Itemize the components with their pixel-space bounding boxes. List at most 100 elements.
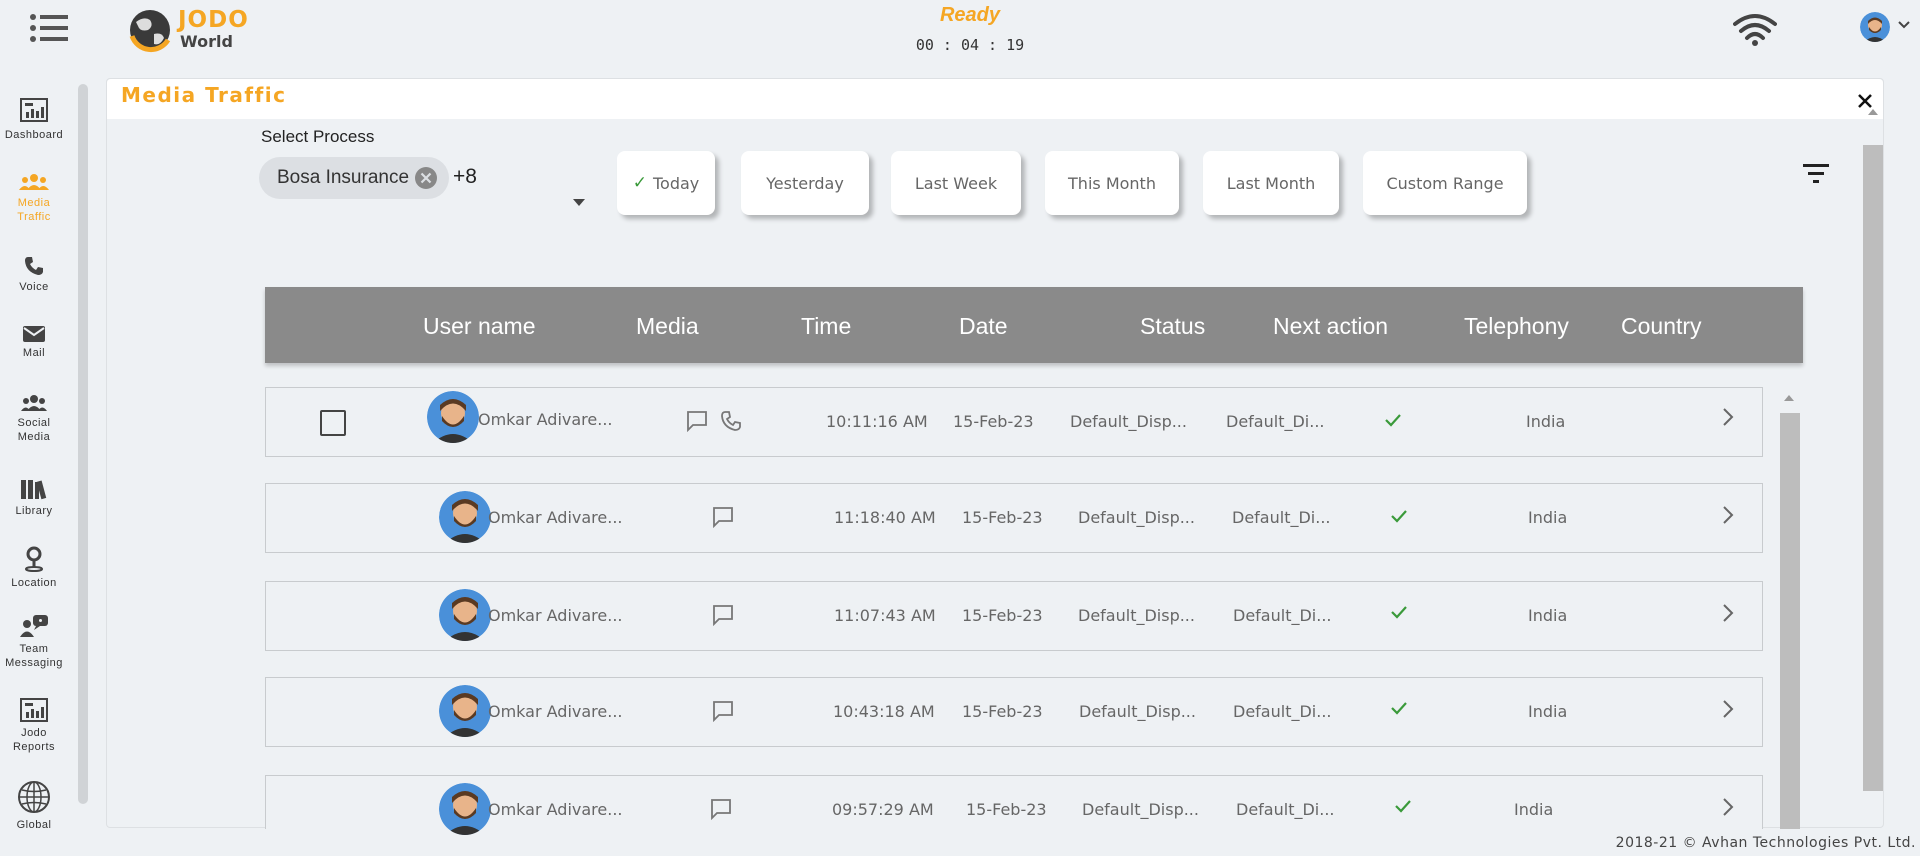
- more-processes-count: +8: [453, 165, 477, 188]
- chevron-down-icon[interactable]: [1897, 20, 1911, 30]
- wifi-icon[interactable]: [1733, 12, 1777, 46]
- next-action-cell: Default_Di...: [1233, 702, 1332, 721]
- globe-logo-icon: [129, 10, 171, 53]
- chevron-right-icon[interactable]: [1720, 602, 1736, 624]
- scroll-up-icon[interactable]: [1866, 107, 1880, 117]
- sidebar-scrollbar[interactable]: [78, 84, 88, 804]
- scroll-up-icon[interactable]: [1782, 393, 1796, 403]
- country-cell: India: [1526, 412, 1566, 431]
- column-header-user-name[interactable]: User name: [423, 313, 535, 340]
- avatar: [439, 589, 491, 641]
- remove-chip-icon[interactable]: [413, 165, 439, 191]
- date-filter-last-month[interactable]: Last Month: [1203, 151, 1339, 215]
- column-header-next-action[interactable]: Next action: [1273, 313, 1388, 340]
- process-chip[interactable]: Bosa Insurance: [259, 157, 449, 199]
- date-cell: 15-Feb-23: [962, 702, 1043, 721]
- date-filter-custom-range[interactable]: Custom Range: [1363, 151, 1527, 215]
- table-row[interactable]: Omkar Adivare... 09:57:29 AM 15-Feb-23 D…: [265, 775, 1763, 835]
- user-name: Omkar Adivare...: [488, 606, 623, 625]
- sidebar-item-mail[interactable]: Mail: [0, 326, 68, 360]
- sidebar-item-media-traffic[interactable]: Media Traffic: [0, 172, 68, 224]
- column-header-status[interactable]: Status: [1140, 313, 1205, 340]
- menu-icon[interactable]: [30, 14, 70, 42]
- date-filter-label: Today: [652, 173, 700, 193]
- check-icon: [1385, 414, 1401, 427]
- globe-icon: [18, 781, 50, 813]
- users-icon: [21, 395, 47, 411]
- column-header-media[interactable]: Media: [636, 313, 699, 340]
- jodo-world-logo[interactable]: JODO World: [126, 4, 276, 54]
- table-row[interactable]: Omkar Adivare... 10:43:18 AM 15-Feb-23 D…: [265, 677, 1763, 747]
- sidebar-item-social-media[interactable]: Social Media: [0, 394, 68, 444]
- time-cell: 11:07:43 AM: [834, 606, 936, 625]
- check-icon: [1395, 800, 1411, 813]
- mail-icon: [23, 326, 45, 342]
- sidebar-item-jodo-reports[interactable]: Jodo Reports: [0, 698, 68, 754]
- chevron-right-icon[interactable]: [1720, 504, 1736, 526]
- table-row[interactable]: Omkar Adivare... 10:11:16 AM 15-Feb-23 D…: [265, 387, 1763, 457]
- time-cell: 10:11:16 AM: [826, 412, 928, 431]
- country-cell: India: [1514, 800, 1554, 819]
- phone-icon: [25, 257, 43, 275]
- table-row[interactable]: Omkar Adivare... 11:07:43 AM 15-Feb-23 D…: [265, 581, 1763, 651]
- table-row[interactable]: Omkar Adivare... 11:18:40 AM 15-Feb-23 D…: [265, 483, 1763, 553]
- date-cell: 15-Feb-23: [966, 800, 1047, 819]
- chat-icon[interactable]: [712, 700, 734, 722]
- chevron-right-icon[interactable]: [1720, 406, 1736, 428]
- sidebar-item-label: Voice: [19, 281, 49, 293]
- date-filter-yesterday[interactable]: Yesterday: [741, 151, 869, 215]
- date-filter-this-month[interactable]: This Month: [1045, 151, 1179, 215]
- check-icon: [1391, 510, 1407, 523]
- date-filter-label: This Month: [1068, 173, 1156, 193]
- column-header-date[interactable]: Date: [959, 313, 1008, 340]
- country-cell: India: [1528, 606, 1568, 625]
- row-checkbox[interactable]: [320, 410, 346, 436]
- user-name: Omkar Adivare...: [488, 702, 623, 721]
- sidebar-item-label: Media Traffic: [17, 197, 51, 223]
- sidebar-item-label: Mail: [22, 347, 46, 359]
- chat-icon[interactable]: [712, 506, 734, 528]
- date-filter-label: Last Month: [1226, 173, 1316, 193]
- team-chat-icon: [20, 615, 48, 637]
- status-timer: 00 : 04 : 19: [915, 36, 1025, 54]
- sidebar-item-label: Social Media: [17, 417, 51, 443]
- panel-scrollbar[interactable]: [1863, 145, 1883, 791]
- sidebar-item-dashboard[interactable]: Dashboard: [0, 98, 68, 142]
- copyright-footer: 2018-21 © Avhan Technologies Pvt. Ltd.: [1615, 835, 1916, 851]
- check-icon: [1391, 702, 1407, 715]
- chat-icon[interactable]: [710, 798, 732, 820]
- column-header-time[interactable]: Time: [801, 313, 851, 340]
- time-cell: 11:18:40 AM: [834, 508, 936, 527]
- sidebar-item-voice[interactable]: Voice: [0, 256, 68, 294]
- chat-icon[interactable]: [712, 604, 734, 626]
- table-scrollbar[interactable]: [1780, 413, 1800, 829]
- country-cell: India: [1528, 508, 1568, 527]
- user-avatar[interactable]: [1860, 12, 1890, 42]
- status-cell: Default_Disp...: [1078, 606, 1195, 625]
- column-header-telephony[interactable]: Telephony: [1464, 313, 1569, 340]
- date-filter-label: Yesterday: [766, 173, 844, 193]
- date-filter-today[interactable]: ✓ Today: [617, 151, 715, 215]
- chevron-right-icon[interactable]: [1720, 796, 1736, 818]
- date-filter-last-week[interactable]: Last Week: [891, 151, 1021, 215]
- date-filter-label: Custom Range: [1386, 173, 1504, 193]
- sidebar-item-library[interactable]: Library: [0, 478, 68, 518]
- sidebar-item-label: Jodo Reports: [12, 727, 56, 753]
- sidebar-item-label: Dashboard: [4, 129, 64, 141]
- chevron-right-icon[interactable]: [1720, 698, 1736, 720]
- status-cell: Default_Disp...: [1070, 412, 1187, 431]
- sidebar-item-global[interactable]: Global: [0, 780, 68, 832]
- sidebar-item-team-messaging[interactable]: Team Messaging: [0, 614, 68, 670]
- date-cell: 15-Feb-23: [962, 508, 1043, 527]
- dropdown-caret-icon[interactable]: [571, 197, 587, 207]
- chat-icon[interactable]: [686, 410, 708, 432]
- column-header-country[interactable]: Country: [1621, 313, 1702, 340]
- avatar: [439, 685, 491, 737]
- phone-icon[interactable]: [720, 410, 742, 432]
- agent-status[interactable]: Ready: [900, 4, 1040, 27]
- filter-icon[interactable]: [1801, 161, 1831, 185]
- select-process-label: Select Process: [261, 127, 375, 146]
- panel-header: Media Traffic: [107, 79, 1883, 119]
- sidebar-item-label: Location: [11, 577, 57, 589]
- sidebar-item-location[interactable]: Location: [0, 546, 68, 590]
